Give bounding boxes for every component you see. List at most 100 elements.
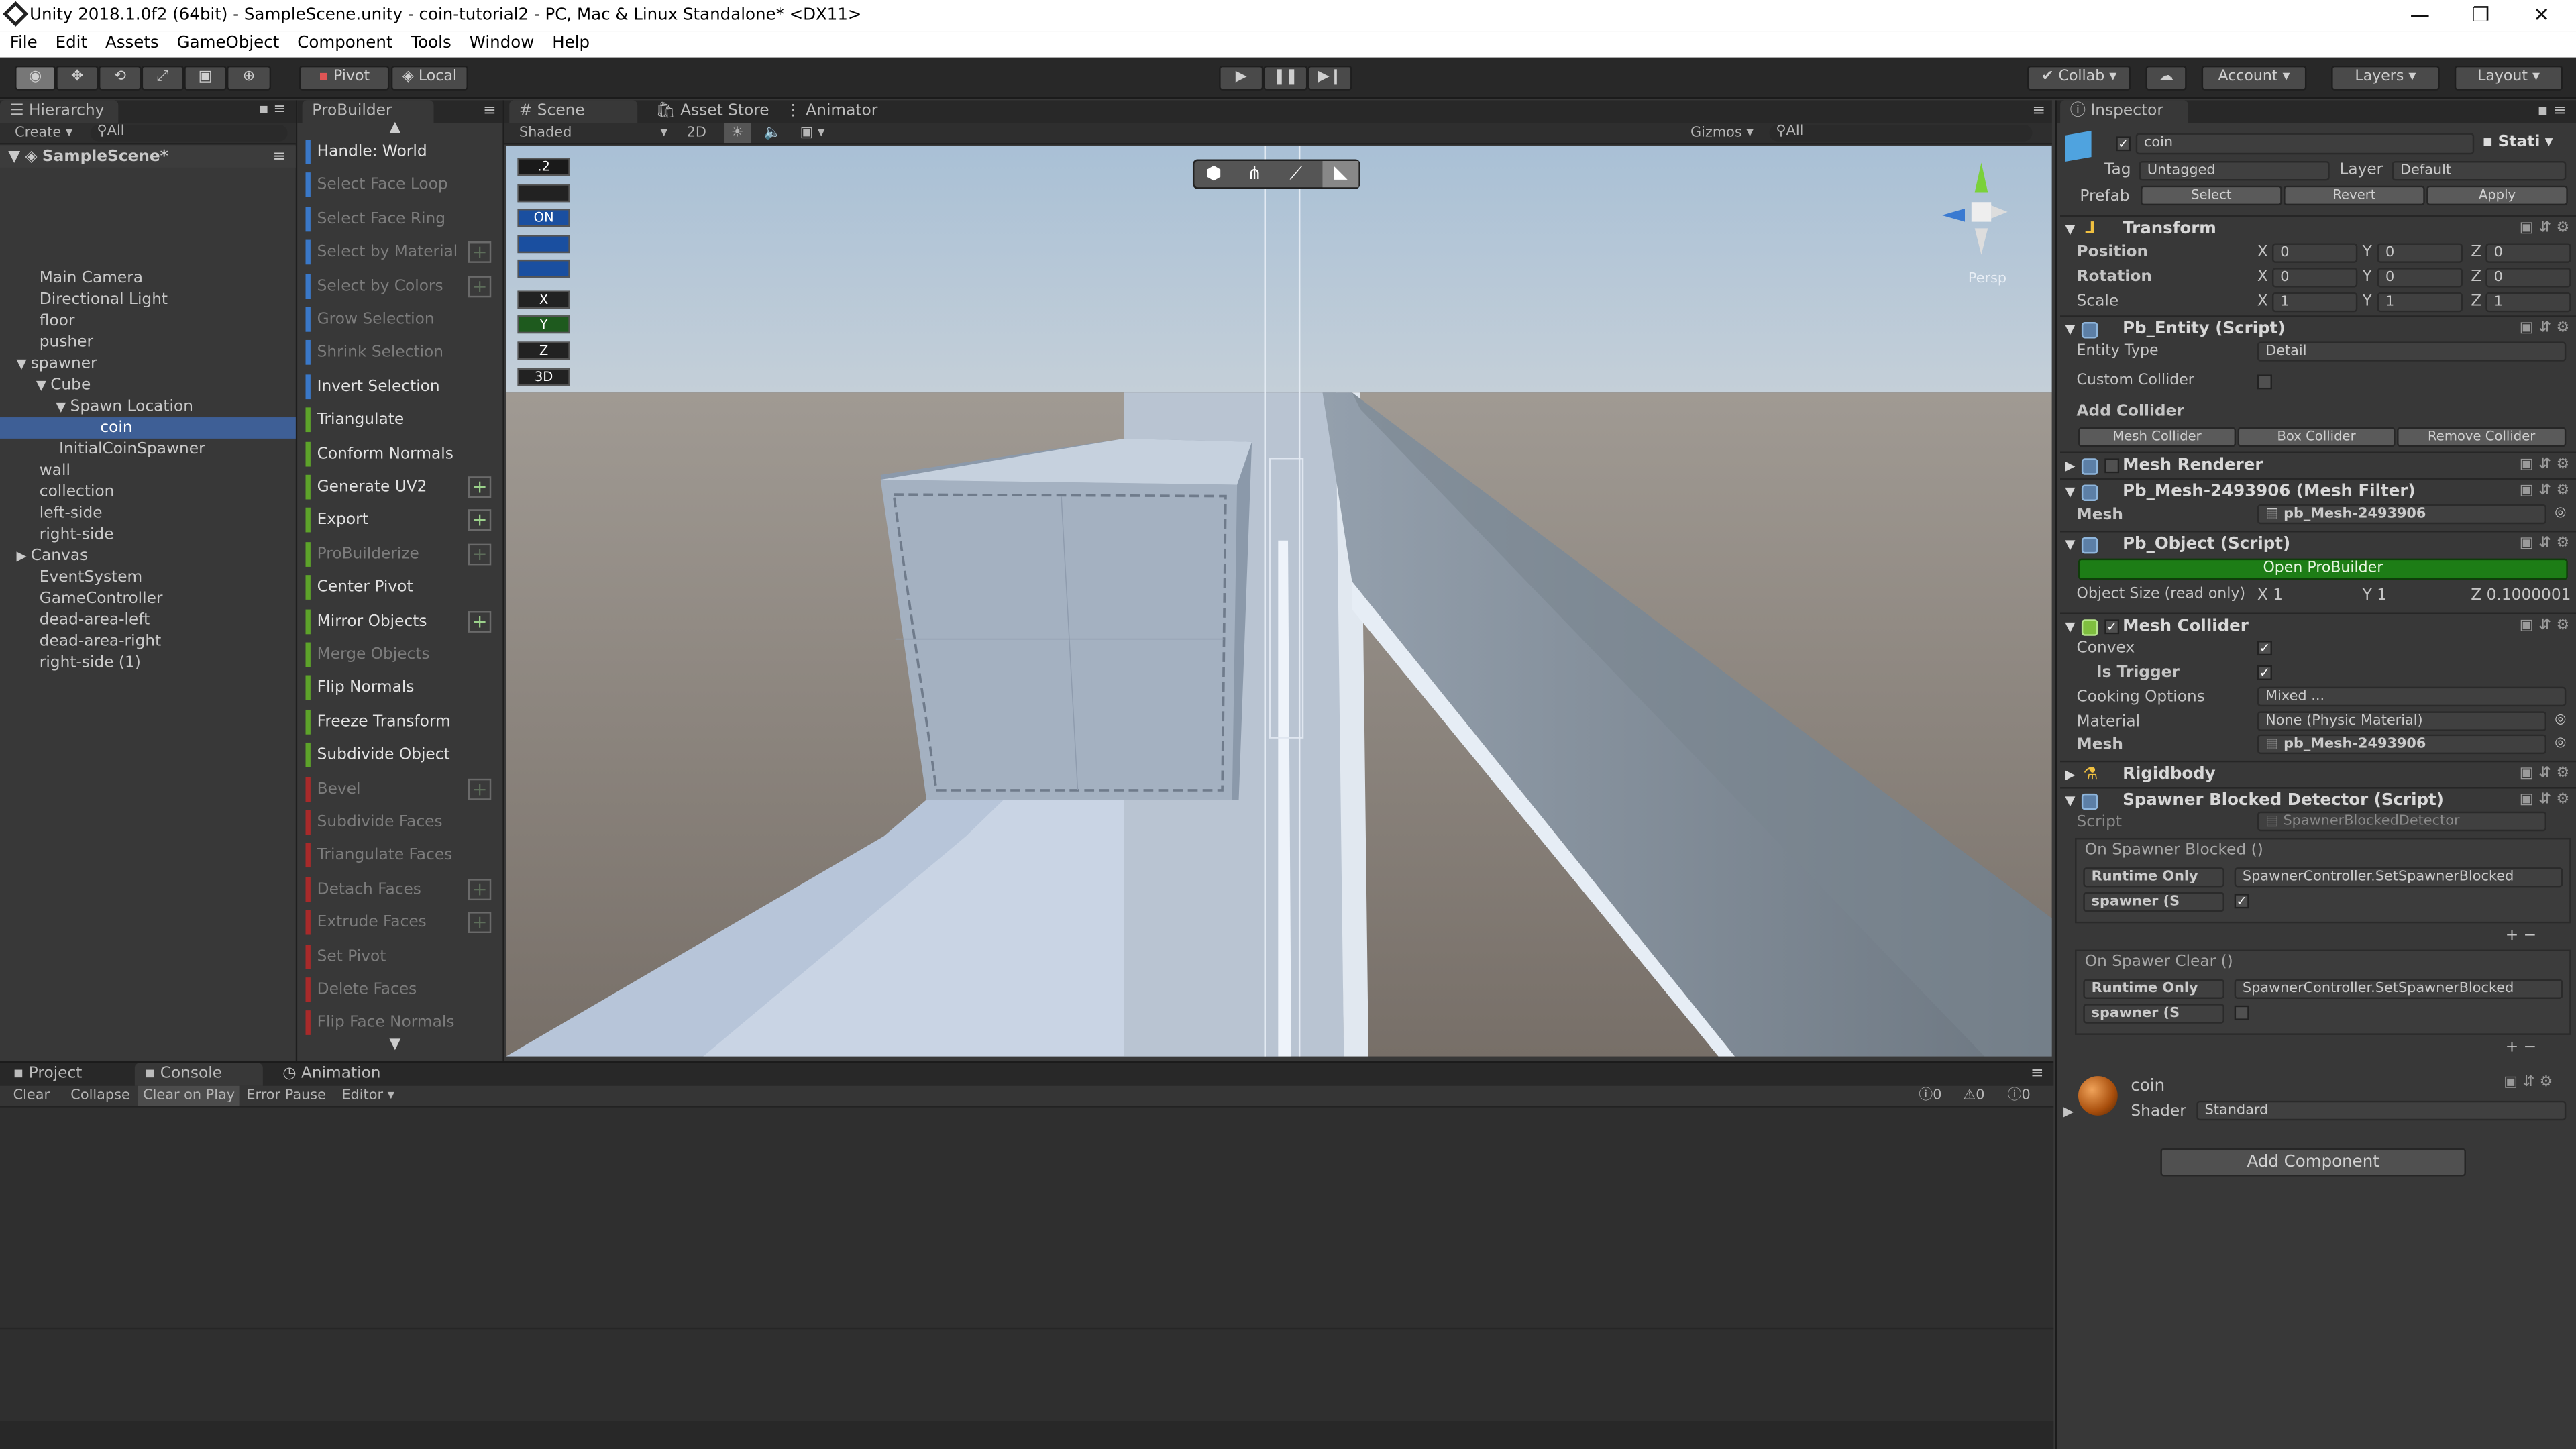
- collapse-button[interactable]: Collapse: [70, 1086, 129, 1106]
- scene-search-input[interactable]: ⚲All: [1769, 124, 2033, 142]
- restore-button[interactable]: ❐: [2456, 0, 2505, 32]
- object-mode-icon[interactable]: ⬢: [1206, 162, 1222, 184]
- component-settings-icon[interactable]: ▣ ⇵ ⚙: [2520, 217, 2569, 241]
- static-toggle[interactable]: ▪ Stati ▾: [2482, 133, 2553, 151]
- probuilder-action[interactable]: Handle: World: [304, 138, 498, 166]
- probuilder-action[interactable]: Set Pivot: [304, 943, 498, 971]
- remove-collider-button[interactable]: Remove Collider: [2397, 427, 2567, 447]
- prefab-select-button[interactable]: Select: [2141, 185, 2282, 206]
- component-settings-icon[interactable]: ▣ ⇵ ⚙: [2520, 532, 2569, 557]
- pivot-toggle[interactable]: ▪ Pivot: [299, 65, 390, 91]
- tab-probuilder[interactable]: ProBuilder: [302, 100, 434, 123]
- probuilder-action[interactable]: Center Pivot: [304, 574, 498, 602]
- hierarchy-item[interactable]: wall: [0, 460, 296, 482]
- action-options-plus-icon[interactable]: +: [468, 610, 492, 632]
- action-options-plus-icon[interactable]: +: [468, 878, 492, 900]
- panel-menu-icon[interactable]: ▪ ≡: [259, 100, 286, 121]
- hierarchy-item[interactable]: floor: [0, 311, 296, 332]
- mesh-renderer-enabled-checkbox[interactable]: [2104, 458, 2120, 474]
- probuilder-action[interactable]: Delete Faces: [304, 976, 498, 1004]
- shading-mode-dropdown[interactable]: Shaded: [519, 123, 572, 143]
- tab-animation[interactable]: ◷ Animation: [273, 1063, 391, 1086]
- log-count[interactable]: ⓘ0: [1919, 1086, 1941, 1106]
- transform-y-field[interactable]: 0: [2377, 243, 2463, 263]
- tab-animator[interactable]: ⋮ Animator: [775, 100, 888, 123]
- effects-dropdown-icon[interactable]: ▣ ▾: [800, 123, 825, 143]
- hierarchy-item[interactable]: ▼ Cube: [0, 374, 296, 396]
- hierarchy-item[interactable]: left-side: [0, 502, 296, 524]
- mesh-collider-button[interactable]: Mesh Collider: [2078, 427, 2237, 447]
- object-picker-icon[interactable]: ◎: [2555, 711, 2566, 726]
- hierarchy-item[interactable]: ▶ Canvas: [0, 545, 296, 567]
- panel-menu-icon[interactable]: ≡: [2032, 100, 2045, 121]
- hierarchy-item[interactable]: right-side (1): [0, 652, 296, 674]
- event-add-remove-icons[interactable]: + −: [2506, 1036, 2536, 1058]
- hierarchy-search-input[interactable]: ⚲All: [90, 124, 288, 142]
- hierarchy-item[interactable]: GameController: [0, 588, 296, 610]
- transform-tool-icon[interactable]: ⊕: [226, 65, 272, 91]
- active-checkbox[interactable]: ✓: [2116, 136, 2131, 152]
- transform-z-field[interactable]: 1: [2485, 292, 2571, 313]
- tab-scene[interactable]: # Scene: [509, 100, 638, 123]
- event-function-dropdown[interactable]: SpawnerController.SetSpawnerBlocked: [2234, 979, 2563, 999]
- custom-collider-checkbox[interactable]: [2257, 374, 2272, 390]
- probuilder-action[interactable]: Freeze Transform: [304, 708, 498, 736]
- clear-on-play-toggle[interactable]: Clear on Play: [138, 1085, 240, 1106]
- scene-root-item[interactable]: ▼ ◈ SampleScene* ≡: [0, 146, 296, 168]
- object-picker-icon[interactable]: ◎: [2555, 504, 2566, 519]
- probuilder-action[interactable]: Merge Objects: [304, 641, 498, 669]
- event-call-state-dropdown[interactable]: Runtime Only: [2083, 979, 2224, 999]
- layout-dropdown[interactable]: Layout ▾: [2454, 65, 2563, 91]
- mesh-filter-component-header[interactable]: ▼ Pb_Mesh-2493906 (Mesh Filter) ▣ ⇵ ⚙: [2060, 478, 2576, 504]
- expand-arrow-icon[interactable]: ▼: [36, 378, 50, 392]
- close-button[interactable]: ✕: [2517, 0, 2566, 32]
- convex-checkbox[interactable]: ✓: [2257, 641, 2272, 656]
- object-name-field[interactable]: coin: [2135, 133, 2475, 155]
- menu-edit[interactable]: Edit: [56, 34, 87, 52]
- expand-arrow-icon[interactable]: ▼: [56, 399, 70, 414]
- tab-hierarchy[interactable]: ☰ Hierarchy: [0, 100, 119, 123]
- pause-button[interactable]: ❚❚: [1263, 65, 1308, 91]
- 2d-toggle[interactable]: 2D: [687, 123, 706, 143]
- mesh-collider-enabled-checkbox[interactable]: ✓: [2104, 619, 2120, 635]
- transform-x-field[interactable]: 0: [2271, 268, 2358, 288]
- layer-dropdown[interactable]: Default: [2392, 161, 2567, 181]
- pb-arrow-toggle[interactable]: [517, 235, 570, 254]
- action-options-plus-icon[interactable]: +: [468, 510, 492, 531]
- transform-z-field[interactable]: 0: [2485, 243, 2571, 263]
- transform-z-field[interactable]: 0: [2485, 268, 2571, 288]
- collapse-arrow-icon[interactable]: ▶: [16, 549, 30, 564]
- menu-component[interactable]: Component: [297, 34, 392, 52]
- play-button[interactable]: ▶: [1219, 65, 1264, 91]
- collab-dropdown[interactable]: ✔ Collab ▾: [2027, 65, 2131, 91]
- collider-mesh-field[interactable]: ▦ pb_Mesh-2493906: [2257, 734, 2546, 755]
- tab-inspector[interactable]: ⓘ Inspector: [2060, 100, 2189, 123]
- probuilder-action[interactable]: Flip Face Normals: [304, 1010, 498, 1038]
- pb-z-axis[interactable]: Z: [517, 341, 570, 360]
- pb-object-component-header[interactable]: ▼ Pb_Object (Script) ▣ ⇵ ⚙: [2060, 531, 2576, 557]
- shader-dropdown[interactable]: Standard: [2196, 1100, 2567, 1121]
- rect-tool-icon[interactable]: ▣: [184, 65, 227, 91]
- local-toggle[interactable]: ◈ Local: [390, 65, 468, 91]
- scale-tool-icon[interactable]: ⤢: [141, 65, 184, 91]
- event-add-remove-icons[interactable]: + −: [2506, 925, 2536, 947]
- action-options-plus-icon[interactable]: +: [468, 275, 492, 297]
- component-settings-icon[interactable]: ▣ ⇵ ⚙: [2520, 789, 2569, 814]
- pb-visibility-toggle[interactable]: [517, 184, 570, 203]
- transform-y-field[interactable]: 1: [2377, 292, 2463, 313]
- hierarchy-item[interactable]: ▼ Spawn Location: [0, 396, 296, 417]
- edge-mode-icon[interactable]: ⟋: [1289, 162, 1302, 185]
- pb-on-toggle[interactable]: ON: [517, 209, 570, 227]
- pb-entity-component-header[interactable]: ▼ Pb_Entity (Script) ▣ ⇵ ⚙: [2060, 315, 2576, 341]
- action-options-plus-icon[interactable]: +: [468, 543, 492, 565]
- prefab-revert-button[interactable]: Revert: [2284, 185, 2425, 206]
- component-settings-icon[interactable]: ▣ ⇵ ⚙: [2520, 317, 2569, 342]
- probuilder-action[interactable]: Triangulate: [304, 406, 498, 434]
- pb-handle-size[interactable]: .2: [517, 158, 570, 176]
- tab-project[interactable]: ▪ Project: [3, 1063, 92, 1086]
- menu-window[interactable]: Window: [470, 34, 535, 52]
- pb-lock-toggle[interactable]: [517, 259, 570, 278]
- rigidbody-component-header[interactable]: ▶ ⚗ Rigidbody ▣ ⇵ ⚙: [2060, 760, 2576, 787]
- box-collider-button[interactable]: Box Collider: [2237, 427, 2396, 447]
- vertex-mode-icon[interactable]: ⋔: [1247, 162, 1263, 184]
